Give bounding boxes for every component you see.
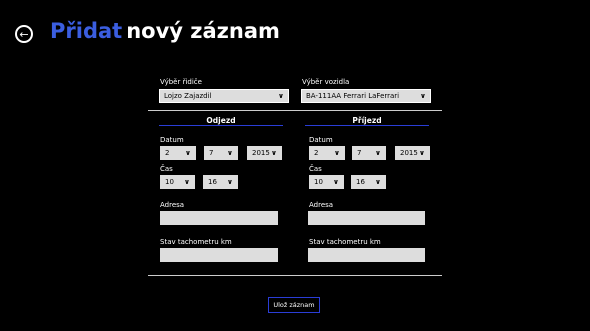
chevron-down-icon: ∨	[184, 178, 190, 186]
driver-select[interactable]: Lojzo Zajazdil ∨	[159, 89, 289, 103]
vehicle-label: Výběr vozidla	[302, 78, 350, 86]
back-arrow-icon: ←	[19, 27, 29, 41]
departure-underline	[159, 125, 283, 126]
arrival-minute-value: 16	[356, 178, 365, 186]
arrival-hour-select[interactable]: 10 ∨	[309, 175, 344, 189]
departure-month-select[interactable]: 7 ∨	[204, 146, 238, 160]
arrival-day-select[interactable]: 2 ∨	[309, 146, 345, 160]
arrival-address-label: Adresa	[309, 201, 334, 209]
departure-day-select[interactable]: 2 ∨	[160, 146, 196, 160]
departure-time-label: Čas	[160, 165, 173, 173]
arrival-year-select[interactable]: 2015 ∨	[395, 146, 430, 160]
back-button[interactable]: ←	[15, 25, 33, 43]
departure-date-label: Datum	[160, 136, 184, 144]
driver-select-value: Lojzo Zajazdil	[164, 92, 212, 100]
arrival-day-value: 2	[314, 149, 319, 157]
chevron-down-icon: ∨	[375, 149, 381, 157]
arrival-month-select[interactable]: 7 ∨	[352, 146, 386, 160]
chevron-down-icon: ∨	[419, 149, 425, 157]
page-title: Přidat nový záznam	[50, 19, 280, 43]
chevron-down-icon: ∨	[333, 178, 339, 186]
chevron-down-icon: ∨	[375, 178, 381, 186]
bottom-divider	[148, 275, 442, 276]
departure-year-select[interactable]: 2015 ∨	[247, 146, 282, 160]
vehicle-select[interactable]: BA-111AA Ferrari LaFerrari ∨	[301, 89, 431, 103]
chevron-down-icon: ∨	[334, 149, 340, 157]
arrival-date-label: Datum	[309, 136, 333, 144]
arrival-heading: Příjezd	[352, 116, 382, 125]
vehicle-select-value: BA-111AA Ferrari LaFerrari	[306, 92, 400, 100]
chevron-down-icon: ∨	[185, 149, 191, 157]
departure-odometer-label: Stav tachometru km	[160, 238, 232, 246]
departure-day-value: 2	[165, 149, 170, 157]
arrival-month-value: 7	[357, 149, 362, 157]
arrival-hour-value: 10	[314, 178, 323, 186]
chevron-down-icon: ∨	[227, 149, 233, 157]
arrival-odometer-label: Stav tachometru km	[309, 238, 381, 246]
chevron-down-icon: ∨	[271, 149, 277, 157]
arrival-address-input[interactable]	[308, 211, 425, 225]
chevron-down-icon: ∨	[278, 92, 284, 100]
top-divider	[148, 110, 442, 111]
arrival-odometer-input[interactable]	[308, 248, 425, 262]
departure-hour-value: 10	[165, 178, 174, 186]
driver-label: Výběr řidiče	[160, 78, 202, 86]
page-title-accent: Přidat	[50, 19, 123, 43]
departure-minute-value: 16	[208, 178, 217, 186]
save-record-button[interactable]: Ulož záznam	[268, 297, 320, 313]
departure-heading: Odjezd	[206, 116, 236, 125]
departure-odometer-input[interactable]	[160, 248, 278, 262]
arrival-year-value: 2015	[400, 149, 418, 157]
departure-address-input[interactable]	[160, 211, 278, 225]
chevron-down-icon: ∨	[420, 92, 426, 100]
arrival-underline	[305, 125, 429, 126]
departure-address-label: Adresa	[160, 201, 185, 209]
departure-minute-select[interactable]: 16 ∨	[203, 175, 238, 189]
departure-hour-select[interactable]: 10 ∨	[160, 175, 195, 189]
departure-month-value: 7	[209, 149, 214, 157]
page-title-rest: nový záznam	[126, 19, 280, 43]
arrival-minute-select[interactable]: 16 ∨	[351, 175, 386, 189]
departure-year-value: 2015	[252, 149, 270, 157]
arrival-time-label: Čas	[309, 165, 322, 173]
chevron-down-icon: ∨	[227, 178, 233, 186]
